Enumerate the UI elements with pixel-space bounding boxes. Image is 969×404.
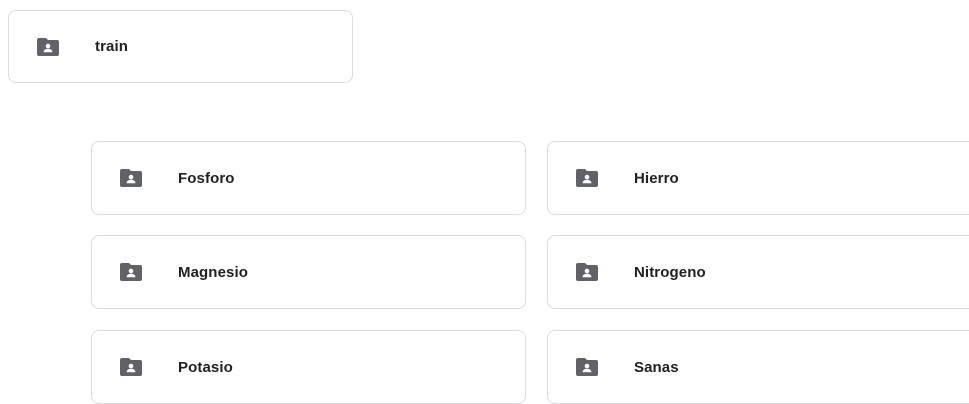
folder-card-sanas[interactable]: Sanas (547, 330, 969, 404)
folder-name: Magnesio (178, 263, 248, 281)
shared-folder-icon (576, 169, 598, 187)
shared-folder-icon (120, 358, 142, 376)
folder-name: Fosforo (178, 169, 235, 187)
folder-card-magnesio[interactable]: Magnesio (91, 235, 526, 309)
folder-name: Potasio (178, 358, 233, 376)
shared-folder-icon (37, 37, 59, 56)
shared-folder-icon (576, 263, 598, 281)
shared-folder-icon (120, 169, 142, 187)
folder-card-train[interactable]: train (8, 10, 353, 83)
folder-card-nitrogeno[interactable]: Nitrogeno (547, 235, 969, 309)
folder-card-fosforo[interactable]: Fosforo (91, 141, 526, 215)
folder-name: Nitrogeno (634, 263, 706, 281)
folder-name: Sanas (634, 358, 679, 376)
shared-folder-icon (120, 263, 142, 281)
folder-card-hierro[interactable]: Hierro (547, 141, 969, 215)
folder-card-potasio[interactable]: Potasio (91, 330, 526, 404)
shared-folder-icon (576, 358, 598, 376)
folder-name: train (95, 38, 129, 55)
folder-name: Hierro (634, 169, 679, 187)
